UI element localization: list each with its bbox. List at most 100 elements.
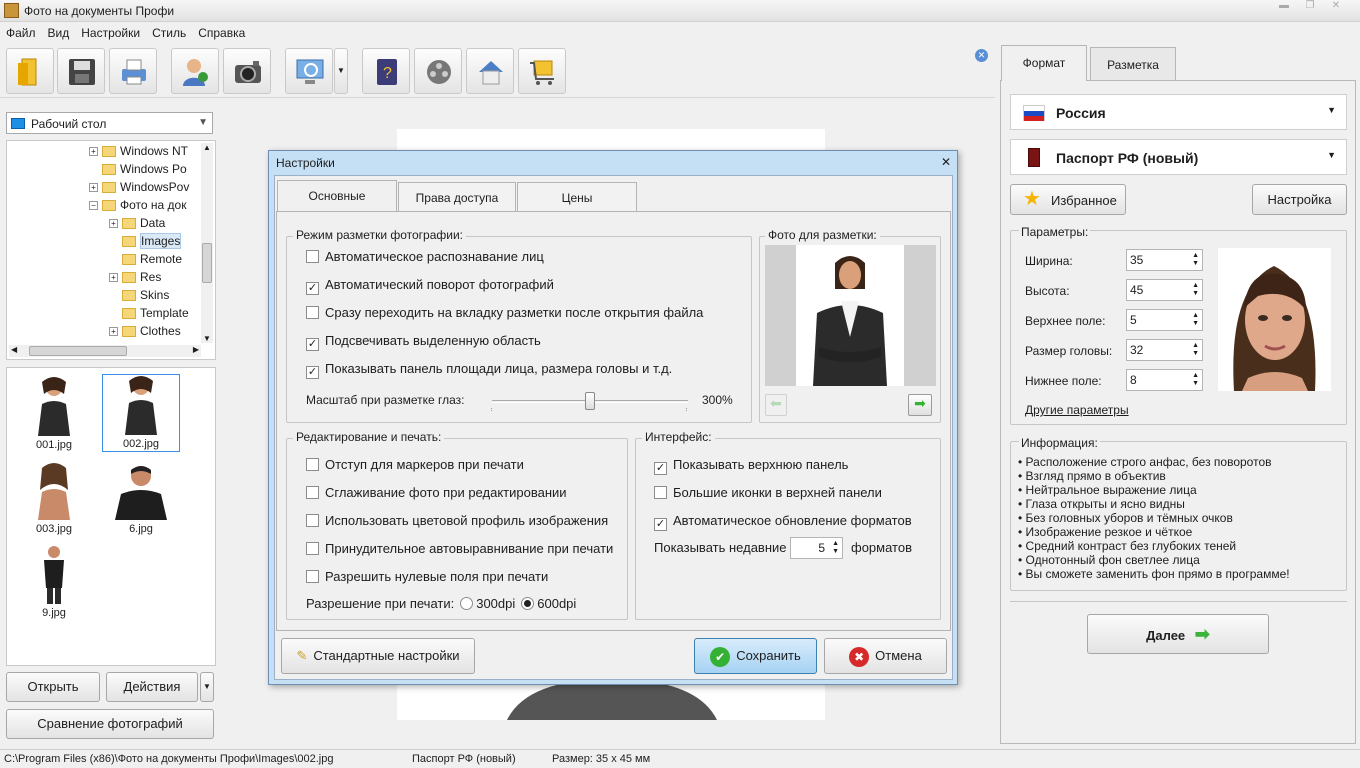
tree-item[interactable]: + Windows NT	[89, 144, 188, 162]
checkbox-unchecked-icon[interactable]	[306, 306, 319, 319]
expand-toggle-icon[interactable]: +	[109, 327, 118, 337]
param-stepper[interactable]: 5 ▲ ▼	[1126, 309, 1203, 331]
menu-view[interactable]: Вид	[42, 23, 76, 40]
compare-button[interactable]: Сравнение фотографий	[6, 709, 214, 739]
view-tool-button[interactable]	[285, 48, 333, 94]
checkbox-option[interactable]: ✓ Автоматический поворот фотографий	[306, 277, 554, 295]
tree-item[interactable]: + Data	[109, 216, 165, 234]
checkbox-unchecked-icon[interactable]	[306, 250, 319, 263]
checkbox-option[interactable]: ✓ Показывать верхнюю панель	[654, 457, 848, 475]
tree-item[interactable]: + Clothes	[109, 324, 181, 342]
spin-arrows-icon[interactable]: ▲ ▼	[1192, 372, 1199, 388]
checkbox-unchecked-icon[interactable]	[306, 486, 319, 499]
param-stepper[interactable]: 32 ▲ ▼	[1126, 339, 1203, 361]
spin-arrows-icon[interactable]: ▲ ▼	[832, 540, 839, 556]
tree-item[interactable]: Windows Po	[89, 162, 187, 180]
checkbox-option[interactable]: Сглаживание фото при редактировании	[306, 485, 567, 500]
person-tool-button[interactable]	[171, 48, 219, 94]
checkbox-option[interactable]: ✓ Показывать панель площади лица, размера…	[306, 361, 672, 379]
checkbox-unchecked-icon[interactable]	[306, 514, 319, 527]
checkbox-checked-icon[interactable]: ✓	[306, 366, 319, 379]
menu-help[interactable]: Справка	[192, 23, 251, 40]
checkbox-option[interactable]: Использовать цветовой профиль изображени…	[306, 513, 608, 528]
checkbox-checked-icon[interactable]: ✓	[654, 518, 667, 531]
tree-item[interactable]: − Фото на док	[89, 198, 186, 216]
tab-format[interactable]: Формат	[1001, 45, 1087, 81]
open-button[interactable]: Открыть	[6, 672, 100, 702]
thumbnail-item[interactable]: 001.jpg	[15, 376, 93, 454]
scale-slider[interactable]	[492, 392, 688, 410]
checkbox-checked-icon[interactable]: ✓	[306, 338, 319, 351]
actions-dropdown-icon[interactable]: ▼	[200, 672, 214, 702]
tree-item[interactable]: Remote	[109, 252, 182, 270]
prev-photo-arrow-icon[interactable]: ⬅	[765, 394, 787, 416]
expand-toggle-icon[interactable]: +	[109, 219, 118, 229]
document-select[interactable]: Паспорт РФ (новый) ▼	[1010, 139, 1347, 175]
help-tool-button[interactable]: ?	[362, 48, 410, 94]
minimize-button[interactable]: ▬	[1272, 0, 1296, 14]
param-stepper[interactable]: 8 ▲ ▼	[1126, 369, 1203, 391]
next-button[interactable]: Далее ➡	[1087, 614, 1269, 654]
other-params-link[interactable]: Другие параметры	[1025, 403, 1129, 417]
thumbnail-item[interactable]: 003.jpg	[15, 460, 93, 538]
checkbox-option[interactable]: Сразу переходить на вкладку разметки пос…	[306, 305, 703, 320]
tree-item[interactable]: Images	[109, 233, 182, 252]
home-tool-button[interactable]	[466, 48, 514, 94]
camera-tool-button[interactable]	[223, 48, 271, 94]
panel-close-icon[interactable]: ✕	[975, 49, 988, 62]
favorites-button[interactable]: ★ Избранное	[1010, 184, 1126, 215]
checkbox-checked-icon[interactable]: ✓	[654, 462, 667, 475]
checkbox-option[interactable]: Автоматическое распознавание лиц	[306, 249, 544, 264]
radio-600dpi[interactable]	[521, 597, 535, 610]
tab-access-rights[interactable]: Права доступа	[398, 182, 516, 212]
menu-style[interactable]: Стиль	[146, 23, 192, 40]
tree-item[interactable]: Skins	[109, 288, 169, 306]
shop-tool-button[interactable]	[518, 48, 566, 94]
spin-arrows-icon[interactable]: ▲ ▼	[1192, 342, 1199, 358]
actions-button[interactable]: Действия	[106, 672, 198, 702]
tab-markup[interactable]: Разметка	[1090, 47, 1176, 80]
expand-toggle-icon[interactable]: +	[109, 273, 118, 283]
checkbox-option[interactable]: Принудительное автовыравнивание при печа…	[306, 541, 613, 556]
param-stepper[interactable]: 45 ▲ ▼	[1126, 279, 1203, 301]
save-tool-button[interactable]	[57, 48, 105, 94]
checkbox-unchecked-icon[interactable]	[654, 486, 667, 499]
param-stepper[interactable]: 35 ▲ ▼	[1126, 249, 1203, 271]
tree-item[interactable]: + Res	[109, 270, 161, 288]
next-photo-arrow-icon[interactable]: ➡	[908, 394, 932, 416]
dialog-close-icon[interactable]: ✕	[941, 155, 951, 169]
tab-general[interactable]: Основные	[277, 180, 397, 212]
print-tool-button[interactable]	[109, 48, 157, 94]
expand-toggle-icon[interactable]: −	[89, 201, 98, 211]
default-settings-button[interactable]: ✎ Стандартные настройки	[281, 638, 475, 674]
menu-settings[interactable]: Настройки	[75, 23, 146, 40]
spin-arrows-icon[interactable]: ▲ ▼	[1192, 252, 1199, 268]
open-tool-button[interactable]	[6, 48, 54, 94]
tree-item[interactable]: Template	[109, 306, 189, 324]
menu-file[interactable]: Файл	[0, 23, 42, 40]
radio-300dpi[interactable]	[460, 597, 474, 610]
country-select[interactable]: Россия ▼	[1010, 94, 1347, 130]
cancel-button[interactable]: ✖ Отмена	[824, 638, 947, 674]
video-tool-button[interactable]	[414, 48, 462, 94]
checkbox-unchecked-icon[interactable]	[306, 542, 319, 555]
checkbox-checked-icon[interactable]: ✓	[306, 282, 319, 295]
thumbnail-item[interactable]: 9.jpg	[15, 544, 93, 622]
checkbox-unchecked-icon[interactable]	[306, 570, 319, 583]
tree-item[interactable]: + WindowsPov	[89, 180, 189, 198]
close-button[interactable]: ✕	[1324, 0, 1348, 14]
maximize-button[interactable]: ❐	[1298, 0, 1322, 14]
recent-stepper[interactable]: 5 ▲ ▼	[790, 537, 843, 559]
checkbox-option[interactable]: ✓ Автоматическое обновление форматов	[654, 513, 912, 531]
tree-vscrollbar[interactable]: ▲ ▼	[201, 143, 213, 343]
format-settings-button[interactable]: Настройка	[1252, 184, 1347, 215]
thumbnail-item[interactable]: 6.jpg	[102, 460, 180, 538]
expand-toggle-icon[interactable]: +	[89, 147, 98, 157]
tree-hscrollbar[interactable]: ◀ ▶	[9, 345, 201, 357]
checkbox-unchecked-icon[interactable]	[306, 458, 319, 471]
checkbox-option[interactable]: ✓ Подсвечивать выделенную область	[306, 333, 541, 351]
view-dropdown-icon[interactable]: ▼	[334, 48, 348, 94]
location-combo[interactable]: Рабочий стол ▼	[6, 112, 213, 134]
thumbnail-item-selected[interactable]: 002.jpg	[102, 374, 180, 452]
spin-arrows-icon[interactable]: ▲ ▼	[1192, 312, 1199, 328]
